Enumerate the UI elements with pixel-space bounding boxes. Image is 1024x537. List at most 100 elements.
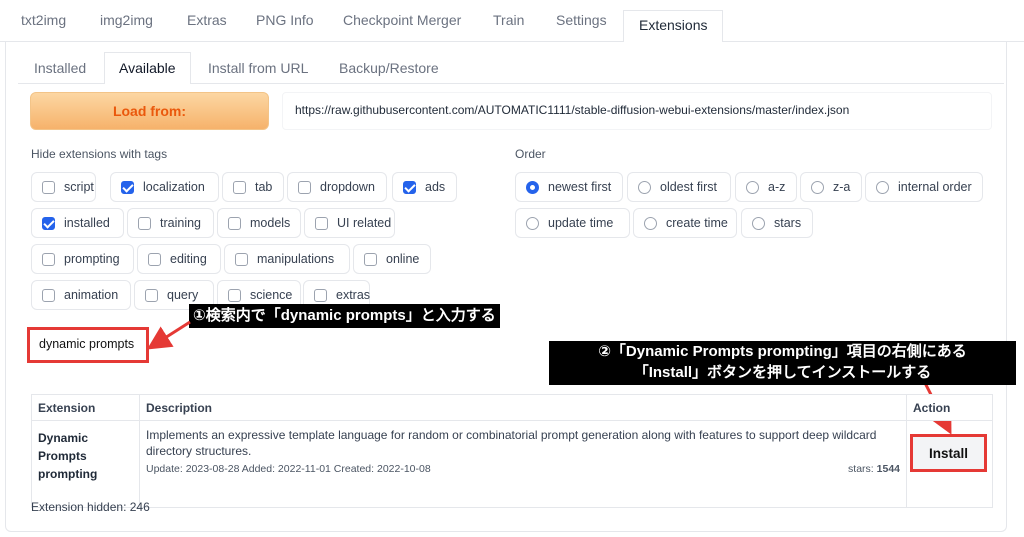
checkbox-unchecked-icon — [298, 180, 311, 194]
order-radio-a-z[interactable]: a-z — [735, 172, 797, 202]
tag-label: script — [64, 180, 94, 194]
checkbox-unchecked-icon — [315, 216, 328, 230]
tag-checkbox-prompting[interactable]: prompting — [31, 244, 134, 274]
tab-extensions[interactable]: Extensions — [623, 10, 724, 42]
order-label-text: oldest first — [660, 180, 717, 194]
tag-label: manipulations — [257, 252, 335, 266]
extension-stars: stars: 1544 — [848, 463, 900, 475]
order-radio-create-time[interactable]: create time — [633, 208, 737, 238]
checkbox-unchecked-icon — [228, 288, 241, 302]
order-label-text: stars — [774, 216, 802, 230]
tag-label: ads — [425, 180, 446, 194]
order-label-text: create time — [666, 216, 728, 230]
tab-txt2img[interactable]: txt2img — [21, 12, 66, 28]
tag-label: query — [167, 288, 199, 302]
subtab-install-from-url[interactable]: Install from URL — [208, 60, 308, 76]
table-header-row: Extension Description Action — [31, 394, 993, 421]
tab-extras[interactable]: Extras — [187, 12, 227, 28]
order-label-text: a-z — [768, 180, 786, 194]
order-radio-newest-first[interactable]: newest first — [515, 172, 623, 202]
tag-label: animation — [64, 288, 119, 302]
tab-img2img[interactable]: img2img — [100, 12, 153, 28]
checkbox-unchecked-icon — [145, 288, 158, 302]
tag-label: editing — [170, 252, 207, 266]
subtab-available[interactable]: Available — [104, 52, 191, 84]
annotation-step2-line2: 「Install」ボタンを押してインストールする — [633, 364, 932, 381]
table-row: Dynamic Prompts prompting Implements an … — [31, 420, 993, 508]
load-from-button[interactable]: Load from: — [30, 92, 269, 130]
checkbox-unchecked-icon — [233, 180, 246, 194]
tab-settings[interactable]: Settings — [556, 12, 607, 28]
order-label: Order — [515, 147, 546, 161]
annotation-step2-line1: ②「Dynamic Prompts prompting」項目の右側にある — [598, 343, 967, 360]
checkbox-unchecked-icon — [364, 252, 377, 266]
radio-unselected-icon — [638, 180, 651, 194]
checkbox-unchecked-icon — [314, 288, 327, 302]
tag-checkbox-ui-related[interactable]: UI related — [304, 208, 395, 238]
radio-unselected-icon — [752, 216, 765, 230]
order-radio-update-time[interactable]: update time — [515, 208, 630, 238]
tag-checkbox-animation[interactable]: animation — [31, 280, 131, 310]
checkbox-checked-icon — [403, 180, 416, 194]
index-url-input[interactable]: https://raw.githubusercontent.com/AUTOMA… — [282, 92, 992, 130]
tab-train[interactable]: Train — [493, 12, 524, 28]
extension-description: Implements an expressive template langua… — [146, 428, 877, 458]
tag-checkbox-models[interactable]: models — [217, 208, 301, 238]
tag-label: training — [160, 216, 201, 230]
order-radio-stars[interactable]: stars — [741, 208, 813, 238]
radio-unselected-icon — [644, 216, 657, 230]
tab-png-info[interactable]: PNG Info — [256, 12, 314, 28]
order-label-text: update time — [548, 216, 614, 230]
extension-name-link[interactable]: Dynamic Prompts prompting — [38, 429, 108, 483]
tag-checkbox-ads[interactable]: ads — [392, 172, 457, 202]
tag-label: extras — [336, 288, 371, 302]
checkbox-unchecked-icon — [42, 180, 55, 194]
search-input[interactable]: dynamic prompts — [27, 327, 149, 363]
tab-checkpoint-merger[interactable]: Checkpoint Merger — [343, 12, 461, 28]
radio-unselected-icon — [746, 180, 759, 194]
tag-label: installed — [64, 216, 110, 230]
hide-tags-label: Hide extensions with tags — [31, 147, 168, 161]
tag-checkbox-online[interactable]: online — [353, 244, 431, 274]
subtab-installed[interactable]: Installed — [34, 60, 86, 76]
tag-label: prompting — [64, 252, 120, 266]
order-radio-internal-order[interactable]: internal order — [865, 172, 983, 202]
tag-label: localization — [143, 180, 205, 194]
checkbox-checked-icon — [42, 216, 55, 230]
checkbox-unchecked-icon — [148, 252, 161, 266]
checkbox-unchecked-icon — [42, 252, 55, 266]
annotation-step1: ①検索内で「dynamic prompts」と入力する — [189, 304, 500, 328]
tag-checkbox-manipulations[interactable]: manipulations — [224, 244, 350, 274]
checkbox-unchecked-icon — [138, 216, 151, 230]
order-label-text: internal order — [898, 180, 972, 194]
tag-checkbox-script[interactable]: script — [31, 172, 96, 202]
tag-checkbox-editing[interactable]: editing — [137, 244, 221, 274]
tag-label: UI related — [337, 216, 392, 230]
tag-checkbox-training[interactable]: training — [127, 208, 214, 238]
checkbox-unchecked-icon — [235, 252, 248, 266]
tag-label: online — [386, 252, 420, 266]
order-label-text: z-a — [833, 180, 851, 194]
tag-checkbox-installed[interactable]: installed — [31, 208, 124, 238]
tag-label: science — [250, 288, 293, 302]
annotation-step2: ②「Dynamic Prompts prompting」項目の右側にある 「In… — [549, 341, 1016, 385]
header-action: Action — [906, 394, 993, 421]
radio-unselected-icon — [811, 180, 824, 194]
extensions-table: Extension Description Action Dynamic Pro… — [31, 394, 993, 508]
order-label-text: newest first — [548, 180, 612, 194]
radio-selected-icon — [526, 180, 539, 194]
install-button[interactable]: Install — [910, 434, 987, 472]
radio-unselected-icon — [526, 216, 539, 230]
extension-dates: Update: 2023-08-28 Added: 2022-11-01 Cre… — [146, 463, 431, 475]
tag-checkbox-dropdown[interactable]: dropdown — [287, 172, 387, 202]
tag-checkbox-tab[interactable]: tab — [222, 172, 284, 202]
radio-unselected-icon — [876, 180, 889, 194]
checkbox-unchecked-icon — [42, 288, 55, 302]
subtab-backup-restore[interactable]: Backup/Restore — [339, 60, 439, 76]
tag-checkbox-localization[interactable]: localization — [110, 172, 219, 202]
tag-label: dropdown — [320, 180, 375, 194]
tag-label: tab — [255, 180, 273, 194]
order-radio-oldest-first[interactable]: oldest first — [627, 172, 731, 202]
order-radio-z-a[interactable]: z-a — [800, 172, 862, 202]
checkbox-unchecked-icon — [228, 216, 241, 230]
